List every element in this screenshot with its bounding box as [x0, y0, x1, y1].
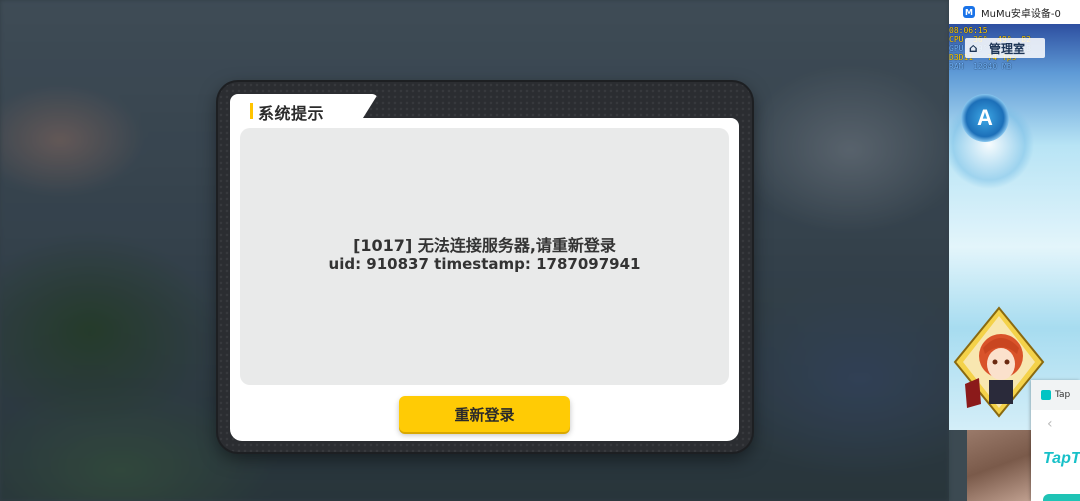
- relogin-button[interactable]: 重新登录: [399, 396, 570, 432]
- taptap-titlebar[interactable]: Tap: [1031, 380, 1080, 410]
- emulator-window[interactable]: 08:06:15 CPU 36° 49° 82 GPU 19° 46° 38 D…: [949, 0, 1080, 430]
- emulator-game-view[interactable]: 08:06:15 CPU 36° 49° 82 GPU 19° 46° 38 D…: [949, 24, 1080, 430]
- hud-ram: RAM 12840 MB: [949, 62, 1012, 71]
- error-message: [1017] 无法连接服务器,请重新登录: [353, 236, 616, 255]
- dialog-title: 系统提示: [258, 104, 325, 123]
- room-label[interactable]: ⌂ 管理室: [965, 38, 1045, 58]
- emulator-title: MuMu安卓设备-0: [981, 8, 1061, 20]
- home-icon: ⌂: [969, 41, 978, 55]
- taptap-app-icon: [1041, 390, 1051, 400]
- hud-clock: 08:06:15: [949, 26, 988, 35]
- mumu-app-icon: M: [963, 6, 975, 18]
- error-details: uid: 910837 timestamp: 1787097941: [328, 255, 641, 273]
- chevron-left-icon[interactable]: ‹: [1047, 416, 1053, 432]
- background-artwork: [967, 430, 1031, 501]
- taptap-title: Tap: [1055, 390, 1071, 400]
- emblem-icon[interactable]: A: [961, 94, 1009, 142]
- taptap-window[interactable]: Tap ‹ TapT: [1031, 380, 1080, 501]
- room-label-text: 管理室: [989, 41, 1026, 56]
- emulator-titlebar[interactable]: M MuMu安卓设备-0: [949, 0, 1080, 24]
- taptap-logo: TapT: [1043, 450, 1080, 467]
- taptap-action-bar[interactable]: [1043, 494, 1080, 501]
- title-marker: [250, 103, 253, 119]
